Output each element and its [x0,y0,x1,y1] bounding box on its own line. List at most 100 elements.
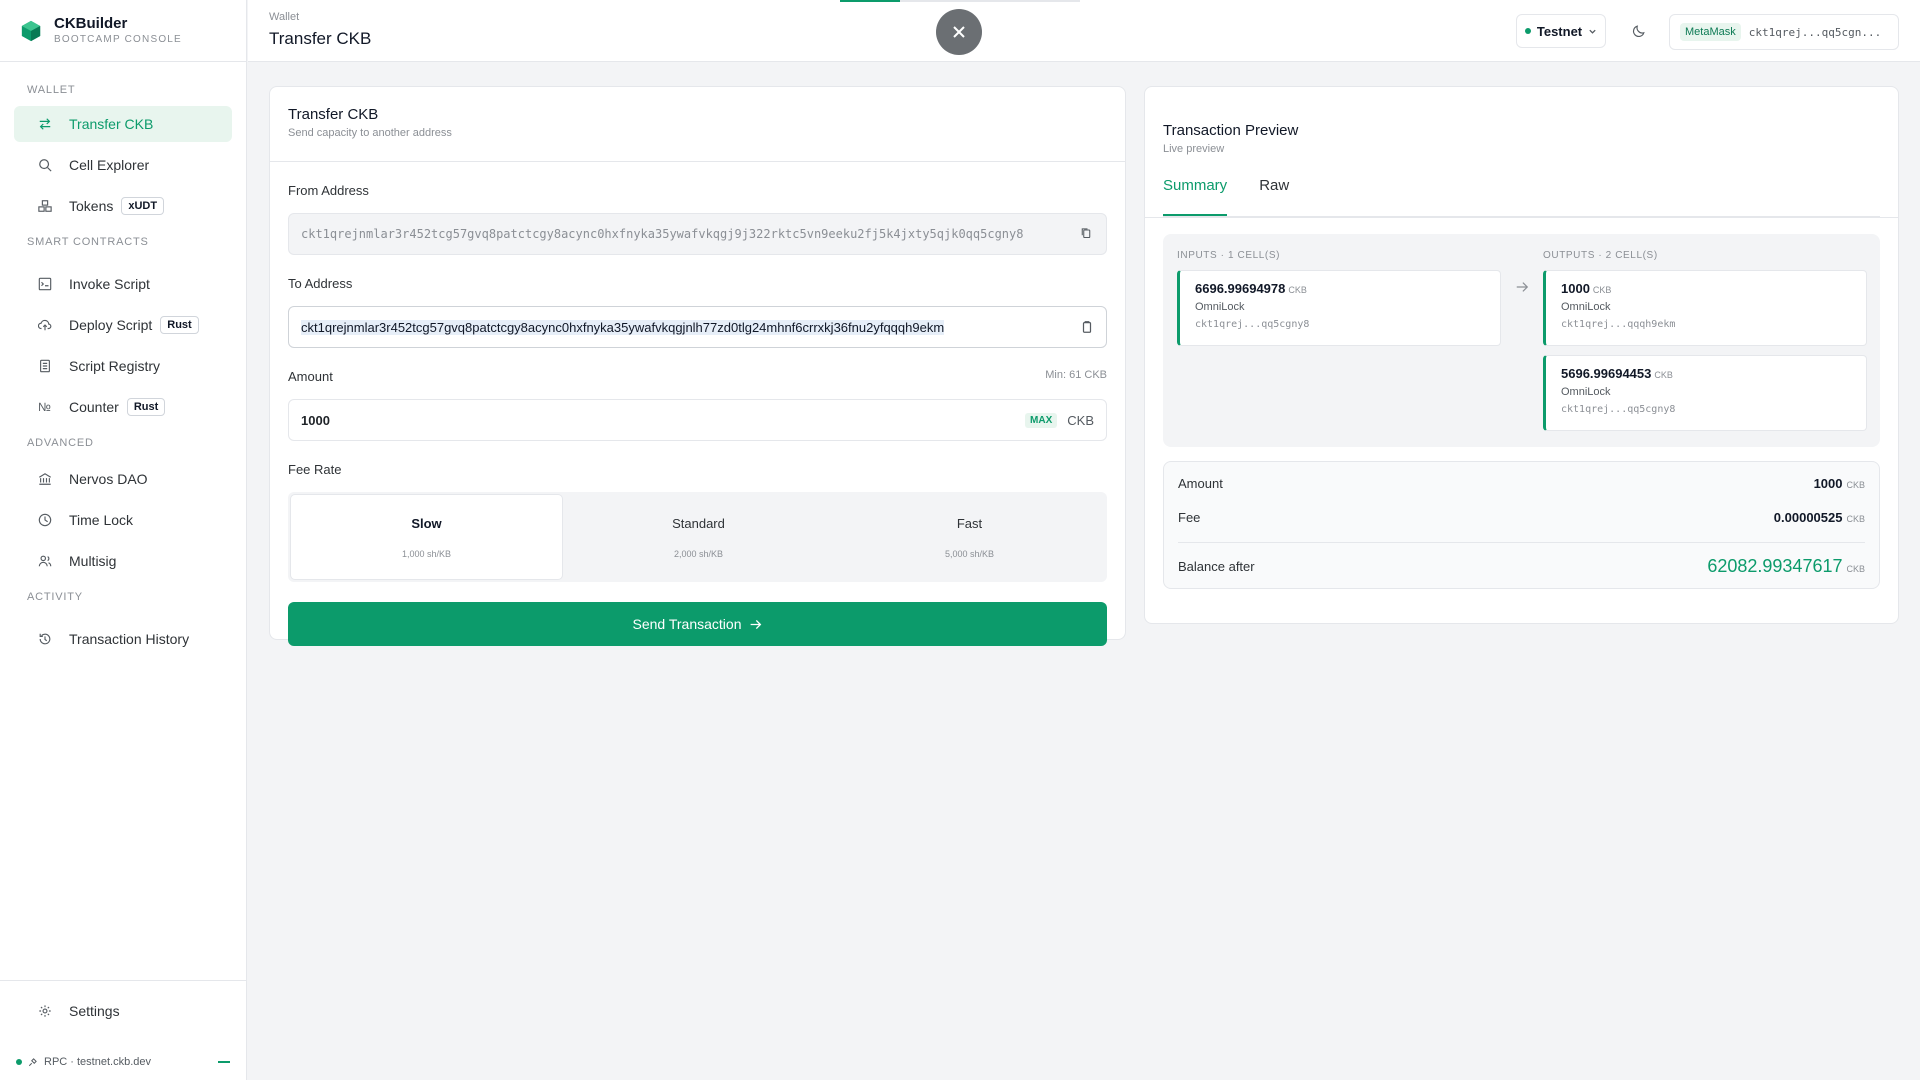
section-label-wallet: WALLET [27,84,76,96]
terminal-icon [38,277,52,291]
section-label-activity: ACTIVITY [27,591,83,603]
section-label-smart-contracts: SMART CONTRACTS [27,236,149,248]
summary-value: 0.00000525 [1773,509,1843,525]
tab-summary[interactable]: Summary [1163,177,1228,216]
bank-icon [38,472,52,486]
sidebar-item-transaction-history[interactable]: Transaction History [14,621,232,657]
book-icon [38,359,52,373]
amount-unit: CKB [1067,412,1094,428]
max-button[interactable]: MAX [1025,412,1058,428]
theme-toggle[interactable] [1628,20,1650,42]
sidebar-item-label: Transfer CKB [69,116,154,132]
fee-rate: 5,000 sh/KB [944,548,995,559]
sidebar-item-label: Deploy Script [69,317,153,333]
summary-label: Balance after [1178,558,1255,574]
sidebar-item-script-registry[interactable]: Script Registry [14,348,232,384]
wallet-selector[interactable]: MetaMask ckt1qrej...qq5cgn... [1669,14,1899,50]
cell-lock: OmniLock [1561,386,1611,398]
page-title: Transfer CKB [269,29,372,48]
amount-field[interactable]: 1000 MAX CKB [288,399,1107,441]
io-panel: INPUTS · 1 CELL(S) OUTPUTS · 2 CELL(S) 6… [1163,234,1880,447]
close-icon [953,26,965,38]
to-address-field[interactable]: ckt1qrejnmlar3r452tcg57gvq8patctcgy8acyn… [288,306,1107,348]
search-icon [38,158,52,172]
divider [1178,542,1865,543]
card-subtitle: Live preview [1163,143,1225,155]
wallet-address: ckt1qrej...qq5cgn... [1748,25,1882,39]
amount-value[interactable]: 1000 [301,413,1025,428]
top-header: Wallet Transfer CKB Testnet MetaMask ckt… [248,0,1920,62]
fee-option-fast[interactable]: Fast 5,000 sh/KB [834,494,1105,580]
rust-tag: Rust [126,398,166,416]
sidebar-item-label: Settings [69,1003,120,1019]
gear-icon [38,1004,52,1018]
cell-amount: 6696.99694978 CKB [1195,281,1307,296]
sidebar-item-label: Multisig [69,553,117,569]
sidebar-footer: Settings RPC · testnet.ckb.dev [0,980,246,1080]
amount-min-hint: Min: 61 CKB [1045,369,1107,381]
network-status-dot [1524,28,1531,34]
arrow-right-icon [751,619,762,629]
sidebar-item-invoke-script[interactable]: Invoke Script [14,266,232,302]
summary-amount-row: Amount 1000 CKB [1178,475,1865,491]
card-title: Transaction Preview [1163,122,1299,139]
cell-lock: OmniLock [1561,301,1611,313]
sidebar-item-settings[interactable]: Settings [14,993,232,1029]
send-button-label: Send Transaction [632,616,742,632]
fee-name: Fast [956,515,983,531]
sidebar-item-label: Time Lock [69,512,134,528]
chevron-down-icon [1589,29,1596,34]
sidebar-item-label: Nervos DAO [69,471,148,487]
cell-amount: 1000 CKB [1561,281,1612,296]
tab-raw[interactable]: Raw [1259,177,1289,216]
sidebar-item-multisig[interactable]: Multisig [14,543,232,579]
fee-option-standard[interactable]: Standard 2,000 sh/KB [563,494,834,580]
summary-fee-row: Fee 0.00000525 CKB [1178,509,1865,525]
number-icon: № [38,400,51,414]
sidebar-item-tokens[interactable]: Tokens xUDT [14,188,232,224]
transfer-form: From Address ckt1qrejnmlar3r452tcg57gvq8… [270,183,1125,646]
rpc-label: RPC · testnet.ckb.dev [44,1056,151,1068]
sidebar: CKBuilder BOOTCAMP CONSOLE WALLET Transf… [0,0,247,1080]
output-cell[interactable]: 1000 CKB OmniLock ckt1qrej...qqqh9ekm [1543,270,1867,346]
preview-body: INPUTS · 1 CELL(S) OUTPUTS · 2 CELL(S) 6… [1145,217,1898,589]
transfer-card-header: Transfer CKB Send capacity to another ad… [270,87,1125,162]
send-transaction-button[interactable]: Send Transaction [288,602,1107,646]
network-selector[interactable]: Testnet [1516,14,1606,48]
summary-label: Amount [1178,475,1223,491]
sidebar-item-deploy-script[interactable]: Deploy Script Rust [14,307,232,343]
cell-lock: OmniLock [1195,301,1245,313]
users-icon [38,554,52,568]
sidebar-item-label: Transaction History [69,631,190,647]
sidebar-item-label: Invoke Script [69,276,150,292]
cloud-upload-icon [38,318,52,332]
paste-icon[interactable] [1080,320,1094,334]
brand[interactable]: CKBuilder BOOTCAMP CONSOLE [0,0,246,62]
cell-amount: 5696.99694453 CKB [1561,366,1673,381]
fee-option-slow[interactable]: Slow 1,000 sh/KB [290,494,563,580]
input-cell[interactable]: 6696.99694978 CKB OmniLock ckt1qrej...qq5… [1177,270,1501,346]
sidebar-item-counter[interactable]: № Counter Rust [14,389,232,425]
plug-icon [28,1057,38,1067]
sidebar-item-cell-explorer[interactable]: Cell Explorer [14,147,232,183]
sidebar-item-time-lock[interactable]: Time Lock [14,502,232,538]
moon-icon [1633,25,1645,37]
xudt-tag: xUDT [121,197,165,215]
to-address-label: To Address [288,276,353,291]
progress-bar [840,0,1080,2]
collapse-icon[interactable] [218,1061,230,1063]
cell-address: ckt1qrej...qqqh9ekm [1561,319,1676,330]
breadcrumb[interactable]: Wallet [269,11,299,23]
summary-label: Fee [1178,509,1201,525]
preview-tabs: Summary Raw [1163,177,1880,217]
to-address-value[interactable]: ckt1qrejnmlar3r452tcg57gvq8patctcgy8acyn… [301,319,1072,335]
transfer-icon [38,117,52,131]
close-button[interactable] [936,9,982,55]
output-cell[interactable]: 5696.99694453 CKB OmniLock ckt1qrej...qq5… [1543,355,1867,431]
sidebar-item-transfer-ckb[interactable]: Transfer CKB [14,106,232,142]
wallet-provider-badge: MetaMask [1680,23,1741,41]
from-address-value: ckt1qrejnmlar3r452tcg57gvq8patctcgy8acyn… [301,227,1024,241]
arrow-right-icon [1516,282,1529,292]
copy-icon[interactable] [1080,227,1094,241]
sidebar-item-nervos-dao[interactable]: Nervos DAO [14,461,232,497]
